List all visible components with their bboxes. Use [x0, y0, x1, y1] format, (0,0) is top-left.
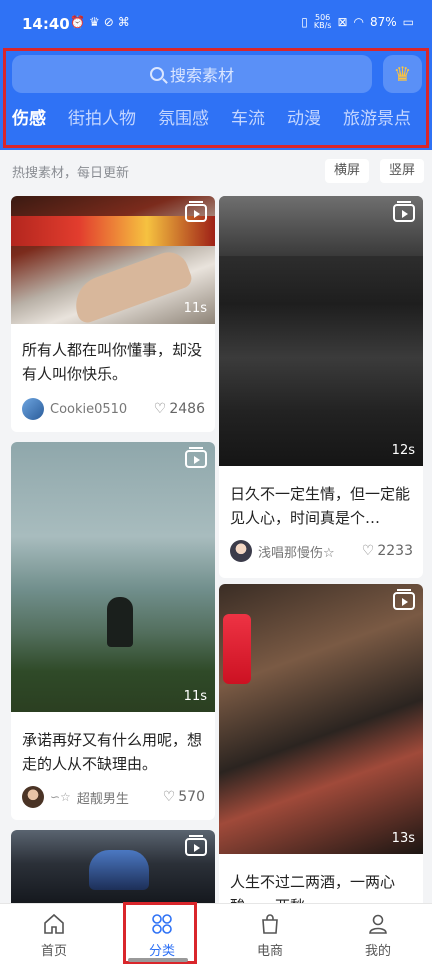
nav-home-label: 首页 [40, 944, 67, 959]
hand-shape [67, 246, 195, 324]
card-meta: ∽☆ 超靓男生 ♡ 570 [22, 785, 205, 809]
landscape-filter-button[interactable]: 横屏 [325, 159, 370, 183]
home-icon [44, 913, 64, 934]
author-name: Cookie0510 [50, 401, 128, 417]
video-icon [185, 835, 207, 856]
video-thumbnail: 13s [219, 584, 423, 854]
video-thumbnail: 11s [11, 196, 215, 324]
wifi-icon: ◠ [353, 15, 364, 29]
video-duration: 13s [391, 831, 415, 846]
likes-number: 2486 [169, 401, 205, 417]
video-duration: 11s [183, 301, 207, 316]
card-meta: Cookie0510 ♡ 2486 [22, 397, 205, 421]
status-time: 14:40 [22, 15, 70, 33]
user-icon [369, 914, 387, 934]
video-card[interactable]: 13s 人生不过二两酒，一两心酸，一两愁。 [219, 584, 423, 914]
bottom-nav: 首页 分类 电商 我的 [0, 903, 432, 964]
video-icon [185, 447, 207, 468]
avatar [230, 540, 252, 562]
person-silhouette [107, 597, 133, 647]
video-icon [393, 201, 415, 222]
nav-ecommerce-label: 电商 [256, 944, 283, 959]
video-icon [393, 589, 415, 610]
author-name: 浅唱那慢伤☆ [258, 545, 335, 561]
net-speed: 506 KB/s [313, 13, 332, 30]
status-bar: 14:40 ⏰♛⊘⌘ ▯ 506 KB/s ⊠ ◠ 87% ▭ [0, 0, 432, 46]
red-light [223, 614, 251, 684]
hot-search-caption: 热搜素材，每日更新 [12, 166, 130, 181]
sim-icon: ⊠ [337, 15, 348, 29]
battery-text: 87% [369, 15, 397, 29]
avatar [22, 398, 44, 420]
author-name: 超靓男生 [76, 791, 129, 807]
like-count[interactable]: ♡ 2233 [362, 543, 413, 559]
home-indicator [128, 958, 188, 962]
nav-ecommerce[interactable]: 电商 [216, 904, 324, 964]
card-meta: 浅唱那慢伤☆ ♡ 2233 [230, 539, 413, 563]
video-card[interactable]: 11s 所有人都在叫你懂事，却没有人叫你快乐。 Cookie0510 ♡ 2486 [11, 196, 215, 432]
likes-number: 2233 [377, 543, 413, 559]
building-silhouette [219, 196, 423, 256]
nav-home[interactable]: 首页 [0, 904, 108, 964]
video-duration: 12s [391, 443, 415, 458]
heart-icon: ♡ [162, 789, 176, 805]
video-card[interactable]: 12s 日久不一定生情，但一定能见人心，时间真是个… 浅唱那慢伤☆ ♡ 2233 [219, 196, 423, 578]
highlight-box-top [3, 48, 429, 148]
like-count[interactable]: ♡ 2486 [154, 401, 205, 417]
video-thumbnail: 12s [219, 196, 423, 466]
subheader-row: 热搜素材，每日更新 横屏 竖屏 [0, 150, 432, 190]
signature-decoration-icon: ∽☆ [50, 790, 71, 804]
vibrate-icon: ▯ [301, 15, 308, 29]
nav-profile-label: 我的 [364, 944, 391, 959]
shopping-bag-icon [262, 914, 278, 934]
likes-number: 570 [178, 789, 205, 805]
notification-icons: ⏰♛⊘⌘ [70, 15, 134, 29]
video-card[interactable]: 11s 承诺再好又有什么用呢，想走的人从不缺理由。 ∽☆ 超靓男生 ♡ 570 [11, 442, 215, 820]
nav-profile[interactable]: 我的 [324, 904, 432, 964]
side-mirror [89, 850, 149, 890]
video-duration: 11s [183, 689, 207, 704]
heart-icon: ♡ [153, 401, 167, 417]
card-title: 承诺再好又有什么用呢，想走的人从不缺理由。 [22, 731, 203, 773]
status-indicators: ▯ 506 KB/s ⊠ ◠ 87% ▭ [301, 14, 414, 30]
like-count[interactable]: ♡ 570 [163, 789, 205, 805]
video-thumbnail: 11s [11, 442, 215, 712]
heart-icon: ♡ [361, 543, 375, 559]
video-icon [185, 201, 207, 222]
card-title: 日久不一定生情，但一定能见人心，时间真是个… [230, 485, 411, 527]
street-lights [11, 216, 215, 246]
battery-icon: ▭ [402, 15, 414, 29]
avatar [22, 786, 44, 808]
highlight-box-nav [123, 902, 197, 964]
portrait-filter-button[interactable]: 竖屏 [380, 159, 425, 183]
card-title: 所有人都在叫你懂事，却没有人叫你快乐。 [22, 341, 203, 383]
